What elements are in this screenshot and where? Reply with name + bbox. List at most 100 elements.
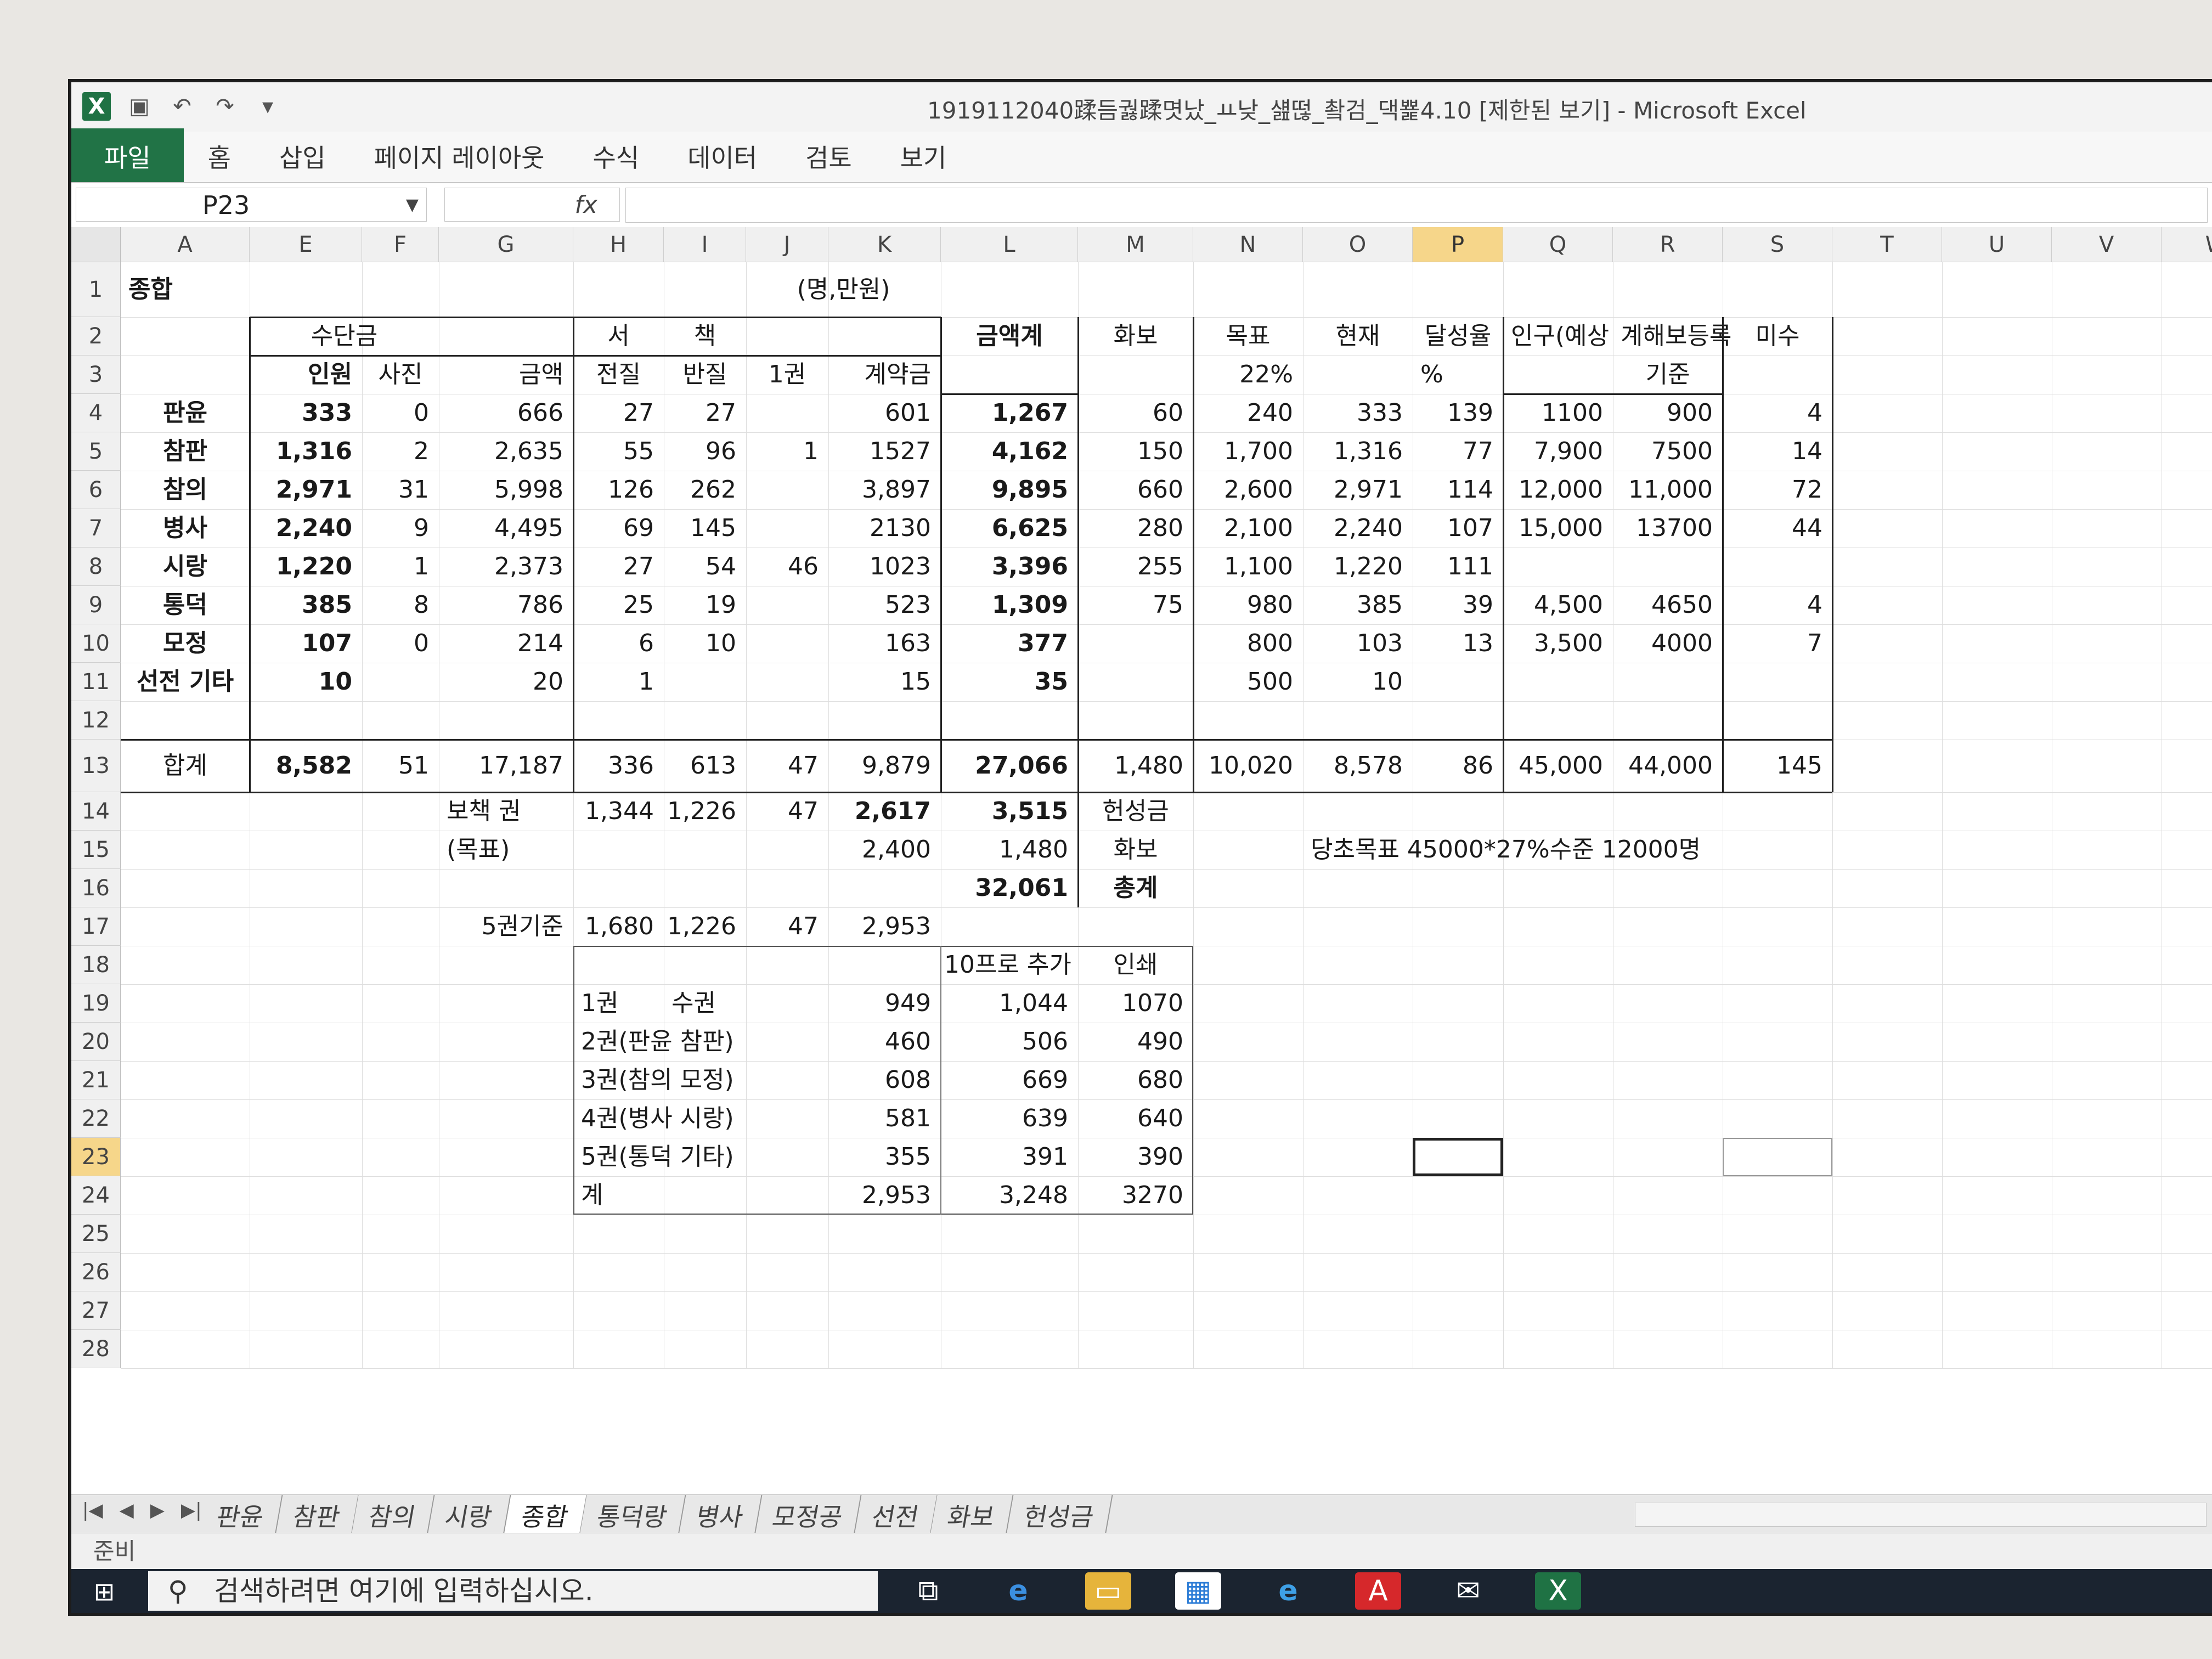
header-22pct[interactable]: 22% <box>1197 363 1293 387</box>
cell-P4[interactable]: 139 <box>1416 401 1493 425</box>
tab-file[interactable]: 파일 <box>71 128 184 182</box>
prev-sheet-icon[interactable]: ◀ <box>120 1499 134 1521</box>
total-P[interactable]: 86 <box>1416 754 1493 778</box>
header-gyeyak[interactable]: 계약금 <box>832 363 931 387</box>
cell-K9[interactable]: 523 <box>832 593 931 617</box>
cell-Q6[interactable]: 12,000 <box>1506 478 1603 502</box>
cell-G7[interactable]: 4,495 <box>442 516 563 540</box>
header-geumaekgye[interactable]: 금액계 <box>941 324 1078 348</box>
cell-N6[interactable]: 2,600 <box>1197 478 1293 502</box>
column-header-T[interactable]: T <box>1832 227 1942 262</box>
row-header-10[interactable]: 10 <box>71 624 121 663</box>
cell-M9[interactable]: 75 <box>1081 593 1183 617</box>
cell-O8[interactable]: 1,220 <box>1306 555 1403 579</box>
cell-F8[interactable]: 1 <box>365 555 429 579</box>
row-label[interactable]: 참의 <box>121 478 250 502</box>
total-J[interactable]: 47 <box>749 754 819 778</box>
cell-F10[interactable]: 0 <box>365 631 429 656</box>
cell-K6[interactable]: 3,897 <box>832 478 931 502</box>
cell-H8[interactable]: 27 <box>577 555 654 579</box>
sheet-tab-3[interactable]: 참의 <box>351 1495 435 1536</box>
column-header-U[interactable]: U <box>1942 227 2052 262</box>
total-H[interactable]: 336 <box>577 754 654 778</box>
column-header-L[interactable]: L <box>941 227 1078 262</box>
5gwon-label[interactable]: 5권기준 <box>442 915 563 939</box>
cell-H10[interactable]: 6 <box>577 631 654 656</box>
spreadsheet-grid[interactable]: AEFGHIJKLMNOPQRSTUVW12345678910111213141… <box>71 227 2212 1494</box>
cell-P9[interactable]: 39 <box>1416 593 1493 617</box>
grand-total-label[interactable]: 총계 <box>1078 876 1193 900</box>
cell-I8[interactable]: 54 <box>667 555 736 579</box>
cell-R10[interactable]: 4000 <box>1616 631 1713 656</box>
tab-review[interactable]: 검토 <box>781 138 876 182</box>
header-sudangeum[interactable]: 수단금 <box>250 324 439 348</box>
sheet-tab-7[interactable]: 병사 <box>679 1495 763 1536</box>
header-ingu[interactable]: 인구(예상 <box>1511 324 1609 348</box>
cell-L5[interactable]: 4,162 <box>944 439 1068 464</box>
cell-P5[interactable]: 77 <box>1416 439 1493 464</box>
cell-G5[interactable]: 2,635 <box>442 439 563 464</box>
row-header-26[interactable]: 26 <box>71 1253 121 1291</box>
excel-icon[interactable]: X <box>1535 1572 1581 1610</box>
total-E[interactable]: 8,582 <box>253 754 352 778</box>
header-gyehae[interactable]: 계해보등록 <box>1621 324 1731 348</box>
cell-R5[interactable]: 7500 <box>1616 439 1713 464</box>
r14-L[interactable]: 3,515 <box>944 799 1068 823</box>
column-header-V[interactable]: V <box>2052 227 2162 262</box>
r15-K[interactable]: 2,400 <box>832 838 931 862</box>
column-header-F[interactable]: F <box>362 227 439 262</box>
column-header-G[interactable]: G <box>439 227 573 262</box>
sheet-tab-1[interactable]: 판윤 <box>199 1495 283 1536</box>
sheet-tab-4[interactable]: 시랑 <box>427 1495 511 1536</box>
chevron-down-icon[interactable]: ▼ <box>406 188 419 222</box>
cell-M4[interactable]: 60 <box>1081 401 1183 425</box>
cell-N7[interactable]: 2,100 <box>1197 516 1293 540</box>
total-I[interactable]: 613 <box>667 754 736 778</box>
cell-M6[interactable]: 660 <box>1081 478 1183 502</box>
cell-E5[interactable]: 1,316 <box>253 439 352 464</box>
cell-G9[interactable]: 786 <box>442 593 563 617</box>
cell-E4[interactable]: 333 <box>253 401 352 425</box>
cell-L10[interactable]: 377 <box>944 631 1068 656</box>
cell-E6[interactable]: 2,971 <box>253 478 352 502</box>
horizontal-scrollbar[interactable] <box>1635 1503 2207 1527</box>
row-header-11[interactable]: 11 <box>71 663 121 701</box>
cell-E10[interactable]: 107 <box>253 631 352 656</box>
row-header-12[interactable]: 12 <box>71 701 121 740</box>
bochaek-label[interactable]: 보책 권 <box>447 799 521 823</box>
cell-H5[interactable]: 55 <box>577 439 654 464</box>
row-header-13[interactable]: 13 <box>71 740 121 792</box>
cell-F7[interactable]: 9 <box>365 516 429 540</box>
header-inwon[interactable]: 인원 <box>253 363 352 387</box>
cell-I6[interactable]: 262 <box>667 478 736 502</box>
cell-F4[interactable]: 0 <box>365 401 429 425</box>
cell-G4[interactable]: 666 <box>442 401 563 425</box>
row-header-3[interactable]: 3 <box>71 356 121 394</box>
cell-N4[interactable]: 240 <box>1197 401 1293 425</box>
row-header-6[interactable]: 6 <box>71 471 121 509</box>
header-hyeonjae[interactable]: 현재 <box>1303 324 1413 348</box>
row-label[interactable]: 통덕 <box>121 593 250 617</box>
r14-K[interactable]: 2,617 <box>832 799 931 823</box>
row-header-1[interactable]: 1 <box>71 262 121 317</box>
r14-H[interactable]: 1,344 <box>577 799 654 823</box>
taskbar-search[interactable]: ⚲ 검색하려면 여기에 입력하십시오. <box>148 1571 878 1611</box>
cell-H9[interactable]: 25 <box>577 593 654 617</box>
first-sheet-icon[interactable]: |◀ <box>82 1499 103 1521</box>
header-gijun[interactable]: 기준 <box>1613 363 1723 387</box>
sheet-tab-11[interactable]: 헌성금 <box>1006 1495 1113 1536</box>
cell-J5[interactable]: 1 <box>749 439 819 464</box>
acrobat-icon[interactable]: A <box>1355 1572 1401 1610</box>
cell-O6[interactable]: 2,971 <box>1306 478 1403 502</box>
column-header-O[interactable]: O <box>1303 227 1413 262</box>
cell-K10[interactable]: 163 <box>832 631 931 656</box>
row-header-2[interactable]: 2 <box>71 317 121 356</box>
cell-K8[interactable]: 1023 <box>832 555 931 579</box>
cell-O5[interactable]: 1,316 <box>1306 439 1403 464</box>
windows-start-icon[interactable]: ⊞ <box>88 1577 121 1606</box>
column-header-W[interactable]: W <box>2162 227 2212 262</box>
column-header-S[interactable]: S <box>1723 227 1832 262</box>
cell-M7[interactable]: 280 <box>1081 516 1183 540</box>
undo-icon[interactable]: ↶ <box>168 92 196 121</box>
cell-I9[interactable]: 19 <box>667 593 736 617</box>
